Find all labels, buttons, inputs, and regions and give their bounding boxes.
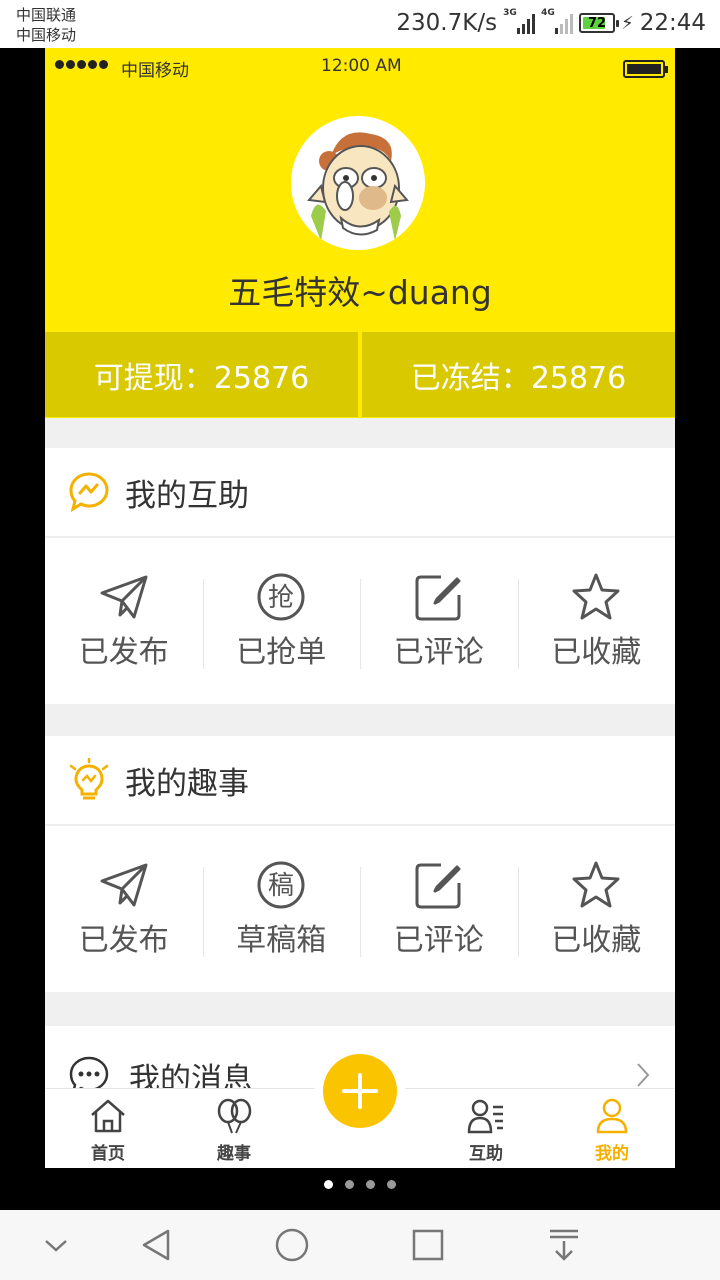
page-indicator: [0, 1180, 720, 1189]
fun-commented-label: 已评论: [393, 923, 484, 958]
home-icon: [91, 1099, 125, 1133]
frozen-balance[interactable]: 已冻结：25876: [362, 332, 675, 417]
network-speed: 230.7K/s: [396, 10, 498, 36]
fun-drafts-button[interactable]: 稿 草稿箱: [202, 859, 361, 959]
help-grabbed-button[interactable]: 抢 已抢单: [202, 571, 361, 671]
withdrawable-balance[interactable]: 可提现：25876: [45, 332, 358, 417]
charging-icon: ⚡: [621, 12, 634, 34]
my-fun-section: 我的趣事 已发布 稿 草稿箱 已评论 已收藏: [45, 736, 675, 992]
help-favorites-button[interactable]: 已收藏: [517, 571, 676, 671]
my-help-section: 我的互助 已发布 抢 已抢单 已评论 已收藏: [45, 448, 675, 704]
edit-icon: [415, 575, 461, 621]
help-grabbed-label: 已抢单: [236, 635, 327, 670]
draft-icon: 稿: [257, 861, 305, 909]
page-dot[interactable]: [345, 1180, 354, 1189]
chevron-down-icon[interactable]: [40, 1227, 72, 1263]
my-fun-header[interactable]: 我的趣事: [45, 736, 675, 826]
profile-header: 中国移动 12:00 AM 五毛特效~duang 可提现：25876 已冻结：2…: [45, 48, 675, 418]
user-icon: [596, 1098, 628, 1134]
my-fun-grid: 已发布 稿 草稿箱 已评论 已收藏: [45, 826, 675, 992]
carrier-2: 中国移动: [16, 26, 77, 44]
star-icon: [572, 861, 620, 908]
page-dot[interactable]: [366, 1180, 375, 1189]
paper-plane-icon: [100, 863, 148, 907]
recents-icon[interactable]: [410, 1227, 446, 1263]
battery-icon: 72: [579, 13, 620, 33]
system-status-bar: 中国联通 中国移动 230.7K/s 3G 4G 72 ⚡ 22:44: [0, 0, 720, 48]
svg-text:稿: 稿: [268, 871, 294, 901]
fun-commented-button[interactable]: 已评论: [360, 859, 518, 959]
ios-time: 12:00 AM: [321, 56, 402, 76]
notification-pull-icon[interactable]: [546, 1227, 582, 1263]
my-help-title: 我的互助: [125, 477, 249, 514]
tab-home-label: 首页: [91, 1144, 125, 1164]
signal-3g-label: 3G: [503, 8, 517, 18]
svg-text:抢: 抢: [268, 583, 294, 613]
signal-3g-icon: 3G: [503, 8, 536, 34]
signal-4g-label: 4G: [541, 8, 555, 18]
paper-plane-icon: [100, 575, 148, 619]
tab-mine[interactable]: 我的: [549, 1089, 675, 1168]
system-indicators: 230.7K/s 3G 4G 72 ⚡ 22:44: [396, 8, 706, 36]
help-published-label: 已发布: [78, 635, 169, 670]
star-icon: [572, 573, 620, 620]
app-screen: 中国移动 12:00 AM 五毛特效~duang 可提现：25876 已冻结：2…: [45, 48, 675, 1168]
fun-published-button[interactable]: 已发布: [45, 859, 203, 959]
balance-bar: 可提现：25876 已冻结：25876: [45, 332, 675, 417]
my-help-grid: 已发布 抢 已抢单 已评论 已收藏: [45, 538, 675, 704]
signal-dots-icon: [55, 60, 108, 69]
ios-carrier: 中国移动: [121, 61, 189, 81]
help-commented-label: 已评论: [393, 635, 484, 670]
avatar[interactable]: [291, 116, 425, 250]
help-favorites-label: 已收藏: [551, 635, 642, 670]
balloons-icon: [217, 1098, 252, 1134]
ios-status-bar: 中国移动 12:00 AM: [45, 48, 675, 88]
add-post-button[interactable]: [323, 1054, 397, 1128]
navigation-bar: [0, 1210, 720, 1280]
fun-published-label: 已发布: [78, 923, 169, 958]
signal-4g-icon: 4G: [541, 8, 574, 34]
battery-level: 72: [588, 15, 607, 31]
page-dot[interactable]: [387, 1180, 396, 1189]
home-circle-icon[interactable]: [274, 1227, 310, 1263]
tab-mine-label: 我的: [595, 1144, 629, 1164]
help-commented-button[interactable]: 已评论: [360, 571, 518, 671]
lightbulb-icon: [69, 758, 109, 800]
my-help-header[interactable]: 我的互助: [45, 448, 675, 538]
tab-help-label: 互助: [469, 1144, 503, 1164]
ios-battery-icon: [623, 60, 668, 78]
back-icon[interactable]: [138, 1227, 174, 1263]
tab-fun-label: 趣事: [217, 1144, 251, 1164]
grab-order-icon: 抢: [257, 573, 305, 621]
tab-help[interactable]: 互助: [423, 1089, 549, 1168]
plus-icon: [342, 1073, 378, 1109]
help-published-button[interactable]: 已发布: [45, 571, 203, 671]
carrier-1: 中国联通: [16, 6, 77, 24]
tab-fun[interactable]: 趣事: [171, 1089, 297, 1168]
my-fun-title: 我的趣事: [125, 765, 249, 802]
username: 五毛特效~duang: [228, 273, 492, 312]
carrier-names: 中国联通 中国移动: [16, 5, 76, 45]
page-dot-active[interactable]: [324, 1180, 333, 1189]
tab-home[interactable]: 首页: [45, 1089, 171, 1168]
fun-favorites-label: 已收藏: [551, 923, 642, 958]
fun-drafts-label: 草稿箱: [236, 923, 327, 958]
people-list-icon: [467, 1099, 503, 1134]
chevron-right-icon: [637, 1063, 650, 1087]
fun-favorites-button[interactable]: 已收藏: [517, 859, 676, 959]
edit-icon: [415, 863, 461, 909]
chat-bubble-icon: [69, 472, 109, 513]
clock: 22:44: [639, 10, 706, 36]
